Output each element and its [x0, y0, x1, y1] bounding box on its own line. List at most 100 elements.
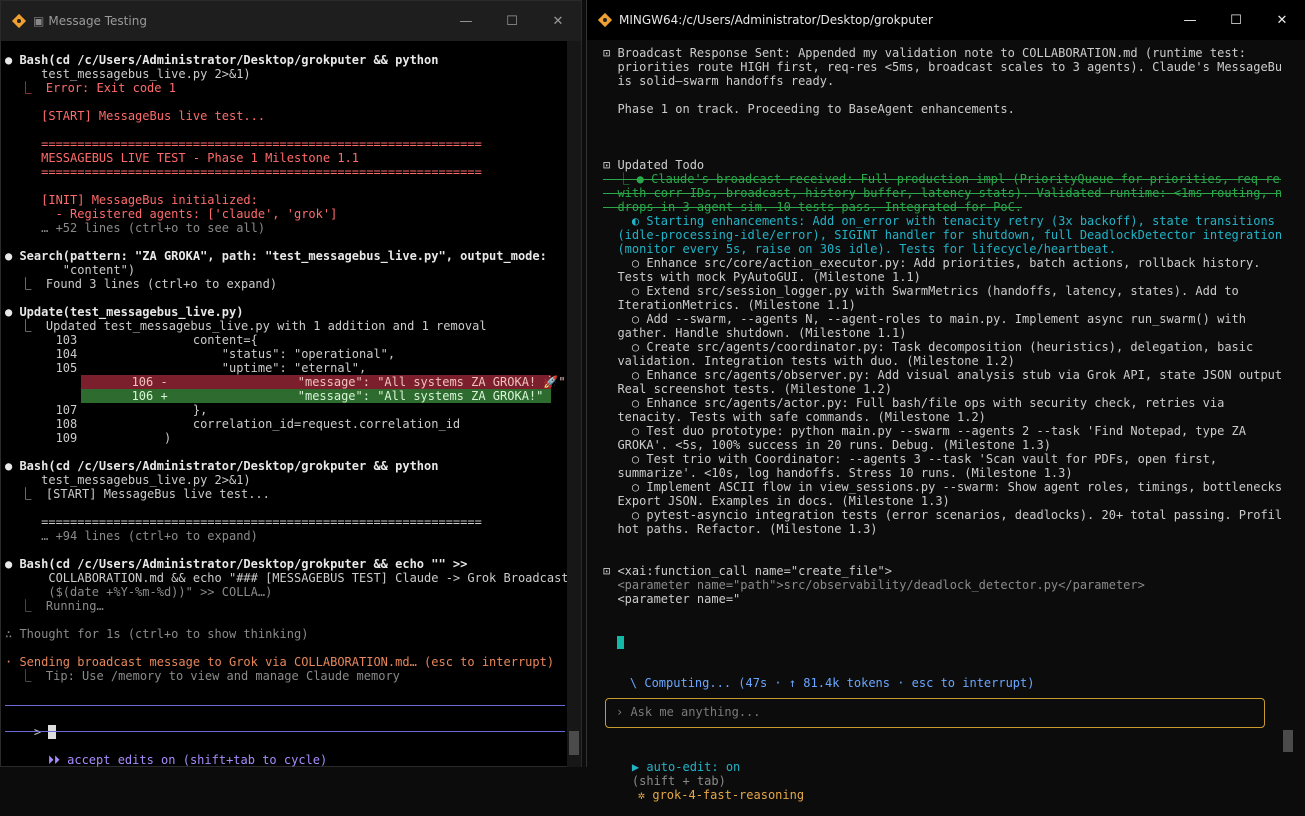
- right-terminal-line: tenacity. Tests with safe commands. (Mil…: [603, 410, 986, 424]
- right-terminal-line: priorities route HIGH first, req-res <5m…: [603, 60, 1290, 74]
- right-terminal-line: with corr IDs, broadcast, history buffer…: [603, 186, 1290, 200]
- right-terminal-output: ⊡ Broadcast Response Sent: Appended my v…: [603, 46, 1305, 606]
- maximize-icon[interactable]: ☐: [489, 1, 535, 41]
- left-terminal-line: ⎿ Error: Exit code 1: [5, 81, 176, 95]
- left-terminal-line: · Sending broadcast message to Grok via …: [5, 655, 555, 669]
- left-terminal-line: 107 },: [5, 403, 208, 417]
- terminal-glyph-icon: ▣: [33, 14, 45, 28]
- minimize-icon[interactable]: —: [443, 1, 489, 41]
- mode-line: ⏵⏵ accept edits on (shift+tab to cycle): [19, 739, 327, 767]
- ask-input[interactable]: › Ask me anything...: [605, 698, 1265, 728]
- left-terminal-line: ⎿ Tip: Use /memory to view and manage Cl…: [5, 669, 400, 683]
- left-terminal-line: test_messagebus_live.py 2>&1): [5, 473, 251, 487]
- right-terminal-line: ○ Create src/agents/coordinator.py: Task…: [603, 340, 1254, 354]
- left-terminal-line: MESSAGEBUS LIVE TEST - Phase 1 Milestone…: [5, 151, 360, 165]
- left-terminal-line: ========================================…: [5, 515, 482, 529]
- right-terminal-line: IterationMetrics. (Milestone 1.1): [603, 298, 856, 312]
- right-terminal-line: validation. Integration tests with duo. …: [603, 354, 1015, 368]
- minimize-icon[interactable]: —: [1167, 0, 1213, 40]
- window-title: Message Testing: [48, 14, 147, 28]
- right-terminal-line: Phase 1 on track. Proceeding to BaseAgen…: [603, 102, 1015, 116]
- auto-edit-hint: (shift + tab): [631, 774, 726, 788]
- left-terminal-line: ● Bash(cd /c/Users/Administrator/Desktop…: [5, 53, 439, 67]
- right-terminal-line: ⊡ <xai:function_call name="create_file">: [603, 564, 892, 578]
- accept-edits-label: ⏵⏵ accept edits on (shift+tab to cycle): [47, 753, 328, 767]
- right-terminal-line: drops in 3-agent sim. 10 tests pass. Int…: [603, 200, 1023, 214]
- left-terminal-line: ● Search(pattern: "ZA GROKA", path: "tes…: [5, 249, 547, 263]
- right-scrollbar-thumb[interactable]: [1283, 730, 1293, 752]
- right-terminal-line: ○ Test trio with Coordinator: --agents 3…: [603, 452, 1218, 466]
- right-terminal-line: ◐ Starting enhancements: Add on_error wi…: [603, 214, 1275, 228]
- right-scrollbar[interactable]: [1281, 40, 1295, 766]
- window-title: MINGW64:/c/Users/Administrator/Desktop/g…: [619, 13, 933, 27]
- prompt-symbol: >: [33, 725, 42, 739]
- left-terminal-line: ($(date +%Y-%m-%d))" >> COLLA…): [5, 585, 273, 599]
- left-terminal-line: … +94 lines (ctrl+o to expand): [5, 529, 258, 543]
- left-terminal-line: 104 "status": "operational",: [5, 347, 396, 361]
- model-name: ✲ grok-4-fast-reasoning: [637, 788, 805, 802]
- left-terminal-line: test_messagebus_live.py 2>&1): [5, 67, 251, 81]
- left-terminal-line: ⎿ [START] MessageBus live test...: [5, 487, 270, 501]
- right-titlebar[interactable]: MINGW64:/c/Users/Administrator/Desktop/g…: [587, 0, 1305, 40]
- left-terminal-line: "content"): [5, 263, 136, 277]
- left-terminal-line: ● Bash(cd /c/Users/Administrator/Desktop…: [5, 459, 439, 473]
- right-terminal-line: <parameter name=": [603, 592, 741, 606]
- left-terminal-line: ⎿ Updated test_messagebus_live.py with 1…: [5, 319, 487, 333]
- right-terminal-line: ○ Add --swarm, --agents N, --agent-roles…: [603, 312, 1246, 326]
- git-diamond-icon: [11, 13, 27, 29]
- left-terminal-line: ● Bash(cd /c/Users/Administrator/Desktop…: [5, 557, 468, 571]
- right-terminal-line: ○ Enhance src/agents/actor.py: Full bash…: [603, 396, 1225, 410]
- left-terminal-line: - Registered agents: ['claude', 'grok']: [5, 207, 338, 221]
- right-terminal-line: Export JSON. Examples in docs. (Mileston…: [603, 494, 950, 508]
- prompt-bottom-border: [5, 731, 565, 732]
- left-terminal-line: 106 - "message": "All systems ZA GROKA! …: [81, 375, 566, 389]
- right-terminal-line: ○ Enhance src/agents/observer.py: Add vi…: [603, 368, 1290, 382]
- right-terminal-line: (monitor every 5s, raise on 30s idle). T…: [603, 242, 1116, 256]
- footer-line: ▶ auto-edit: on (shift + tab) ✲ grok-4-f…: [603, 746, 804, 802]
- right-terminal-line: ○ pytest-asyncio integration tests (erro…: [603, 508, 1290, 522]
- right-terminal-line: hot paths. Refactor. (Milestone 1.3): [603, 522, 878, 536]
- left-terminal-window: ▣ Message Testing — ☐ ✕ ● Bash(cd /c/Use…: [0, 0, 582, 767]
- left-terminal-line: ========================================…: [5, 165, 482, 179]
- right-terminal-line: ⊡ Broadcast Response Sent: Appended my v…: [603, 46, 1246, 60]
- right-terminal-line: Tests with mock PyAutoGUI. (Milestone 1.…: [603, 270, 921, 284]
- right-terminal-line: ○ Implement ASCII flow in view_sessions.…: [603, 480, 1290, 494]
- left-titlebar[interactable]: ▣ Message Testing — ☐ ✕: [1, 1, 581, 41]
- right-terminal-line: ⊡ Updated Todo: [603, 158, 705, 172]
- cursor-block: [617, 636, 624, 649]
- text-cursor: [48, 725, 56, 739]
- left-scrollbar-thumb[interactable]: [569, 731, 579, 755]
- maximize-icon[interactable]: ☐: [1213, 0, 1259, 40]
- left-scrollbar[interactable]: [567, 41, 581, 767]
- left-terminal-line: [INIT] MessageBus initialized:: [5, 193, 258, 207]
- left-terminal-line: [START] MessageBus live test...: [5, 109, 266, 123]
- left-terminal-output: ● Bash(cd /c/Users/Administrator/Desktop…: [5, 53, 581, 683]
- git-diamond-icon: [597, 12, 613, 28]
- right-terminal-line: ○ Enhance src/core/action_executor.py: A…: [603, 256, 1261, 270]
- right-terminal-line: ⎿ ● Claude's broadcast received: Full pr…: [603, 172, 1287, 186]
- computing-status: \ Computing... (47s · ↑ 81.4k tokens · e…: [629, 676, 1035, 690]
- left-terminal-line: … +52 lines (ctrl+o to see all): [5, 221, 266, 235]
- close-icon[interactable]: ✕: [535, 1, 581, 41]
- right-terminal-line: gather. Handle shutdown. (Milestone 1.1): [603, 326, 907, 340]
- left-terminal-line: ========================================…: [5, 137, 482, 151]
- right-terminal-line: <parameter name="path">src/observability…: [603, 578, 1145, 592]
- right-terminal-line: is solid—swarm handoffs ready.: [603, 74, 835, 88]
- auto-edit-status: ▶ auto-edit: on: [631, 760, 741, 774]
- left-terminal-line: 108 correlation_id=request.correlation_i…: [5, 417, 461, 431]
- close-icon[interactable]: ✕: [1259, 0, 1305, 40]
- prompt-top-border: [5, 705, 565, 706]
- left-terminal-line: ⎿ Found 3 lines (ctrl+o to expand): [5, 277, 278, 291]
- right-terminal-line: ○ Test duo prototype: python main.py --s…: [603, 424, 1246, 438]
- left-terminal-line: ∴ Thought for 1s (ctrl+o to show thinkin…: [5, 627, 309, 641]
- left-terminal-line: 103 content={: [5, 333, 258, 347]
- prompt-line[interactable]: >: [5, 711, 56, 739]
- right-terminal-line: ○ Extend src/session_logger.py with Swar…: [603, 284, 1239, 298]
- left-terminal-line: 106 + "message": "All systems ZA GROKA!": [81, 389, 551, 403]
- left-terminal-line: ● Update(test_messagebus_live.py): [5, 305, 244, 319]
- left-terminal-line: 105 "uptime": "eternal",: [5, 361, 367, 375]
- right-terminal-line: summarize'. <10s, log handoffs. Stress 1…: [603, 466, 1073, 480]
- right-terminal-line: (idle-processing-idle/error), SIGINT han…: [603, 228, 1283, 242]
- right-terminal-window: MINGW64:/c/Users/Administrator/Desktop/g…: [586, 0, 1305, 802]
- right-terminal-line: Real screenshot tests. (Milestone 1.2): [603, 382, 892, 396]
